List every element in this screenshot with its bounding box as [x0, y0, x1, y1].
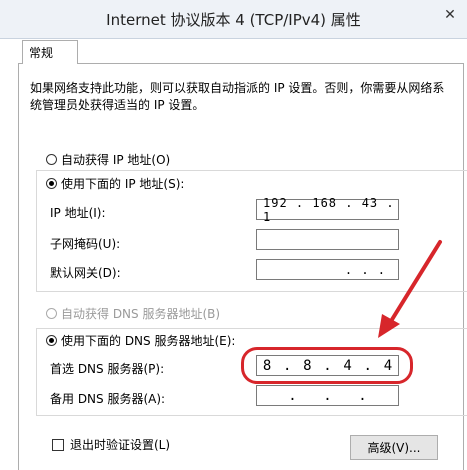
tab-general[interactable]: 常规	[22, 40, 78, 64]
advanced-button[interactable]: 高级(V)...	[350, 435, 438, 460]
annotation-arrow-icon	[378, 240, 442, 338]
radio-auto-ip[interactable]: 自动获得 IP 地址(O)	[46, 151, 170, 168]
radio-icon[interactable]	[46, 154, 57, 165]
window-title: Internet 协议版本 4 (TCP/IPv4) 属性	[106, 11, 361, 29]
auto-dns-label: 自动获得 DNS 服务器地址(B)	[61, 307, 221, 321]
alternate-dns-label: 备用 DNS 服务器(A):	[50, 392, 166, 406]
subnet-mask-label: 子网掩码(U):	[50, 237, 121, 251]
radio-manual-dns[interactable]: 使用下面的 DNS 服务器地址(E):	[46, 332, 235, 349]
dns-dot: .	[358, 387, 367, 404]
dns-dot: .	[323, 387, 332, 404]
title-bar: Internet 协议版本 4 (TCP/IPv4) 属性 ✕	[0, 0, 467, 39]
description-text: 如果网络支持此功能，则可以获取自动指派的 IP 设置。否则，你需要从网络系统管理…	[30, 81, 445, 112]
close-icon[interactable]: ✕	[439, 4, 461, 26]
gateway-label: 默认网关(D):	[50, 266, 121, 280]
validate-label: 退出时验证设置(L)	[70, 438, 171, 452]
radio-auto-dns[interactable]: 自动获得 DNS 服务器地址(B)	[46, 305, 220, 322]
ip-address-label: IP 地址(I):	[50, 206, 106, 220]
ip-address-field[interactable]: 192 . 168 . 43 . 1	[256, 196, 399, 224]
dns-dot: .	[288, 387, 297, 404]
highlight-ellipse	[241, 347, 413, 384]
manual-dns-label: 使用下面的 DNS 服务器地址(E):	[61, 334, 236, 348]
radio-selected-icon[interactable]	[46, 178, 57, 189]
manual-ip-label: 使用下面的 IP 地址(S):	[61, 177, 185, 191]
validate-on-exit-checkbox[interactable]: 退出时验证设置(L)	[52, 436, 170, 453]
auto-ip-label: 自动获得 IP 地址(O)	[61, 153, 171, 167]
alternate-dns-field[interactable]: . . .	[256, 385, 399, 406]
checkbox-icon[interactable]	[52, 438, 64, 451]
radio-manual-ip[interactable]: 使用下面的 IP 地址(S):	[46, 175, 184, 192]
preferred-dns-label: 首选 DNS 服务器(P):	[50, 362, 165, 376]
radio-icon[interactable]	[46, 308, 57, 319]
radio-selected-icon[interactable]	[46, 335, 57, 346]
